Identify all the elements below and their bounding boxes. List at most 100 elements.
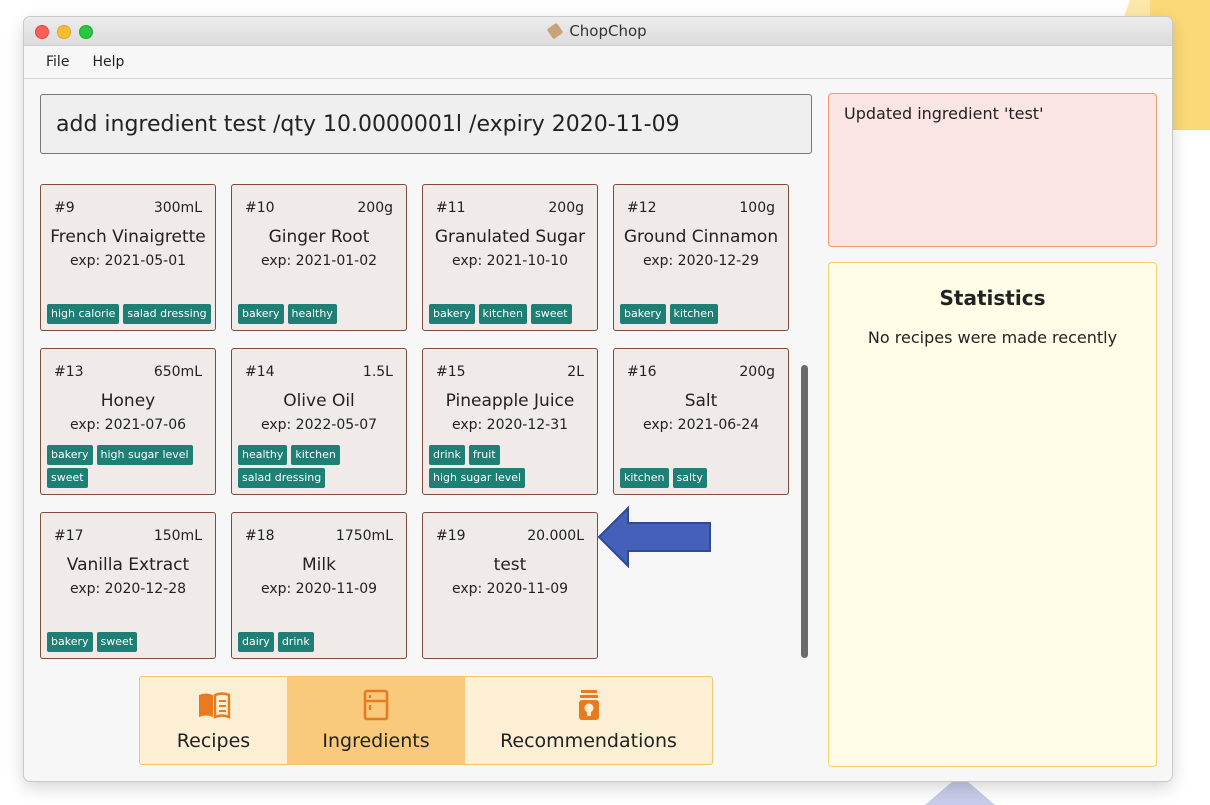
tag-badge: kitchen <box>291 445 340 465</box>
tag-badge: sweet <box>96 632 138 652</box>
ingredient-tags: healthy kitchen salad dressing <box>238 445 402 488</box>
tag-badge: healthy <box>238 445 288 465</box>
book-icon <box>198 692 230 719</box>
result-display: Updated ingredient 'test' <box>828 93 1157 247</box>
ingredient-quantity: 20.000L <box>527 528 584 544</box>
ingredient-index: #19 <box>436 528 466 544</box>
ingredient-tags: bakery sweet <box>47 632 211 652</box>
tab-recommendations-label: Recommendations <box>500 730 677 752</box>
ingredient-name: Honey <box>100 391 156 411</box>
ingredient-tags: bakery kitchen <box>620 304 784 324</box>
tag-badge: salad dressing <box>123 304 211 324</box>
ingredient-tags: bakery kitchen sweet <box>429 304 593 324</box>
ingredient-card[interactable]: #18 1750mL Milk exp: 2020-11-09 dairy drink <box>231 512 407 659</box>
app-window: ChopChop File Help #9 300mL French Vinaigr… <box>24 17 1172 781</box>
ingredient-expiry: exp: 2020-12-29 <box>642 253 760 269</box>
statistics-message: No recipes were made recently <box>867 328 1118 347</box>
ingredient-card[interactable]: #17 150mL Vanilla Extract exp: 2020-12-28 ba… <box>40 512 216 659</box>
menu-file[interactable]: File <box>46 54 69 70</box>
ingredient-card[interactable]: #14 1.5L Olive Oil exp: 2022-05-07 healthy ki… <box>231 348 407 495</box>
tag-badge: bakery <box>47 632 93 652</box>
ingredient-tags: kitchen salty <box>620 468 784 488</box>
ingredient-card[interactable]: #19 20.000L test exp: 2020-11-09 <box>422 512 598 659</box>
ingredient-name: Olive Oil <box>283 391 355 411</box>
ingredient-quantity: 1.5L <box>362 364 393 380</box>
ingredient-card[interactable]: #10 200g Ginger Root exp: 2021-01-02 bakery h… <box>231 184 407 331</box>
ingredient-name: French Vinaigrette <box>50 227 206 247</box>
ingredient-card[interactable]: #12 100g Ground Cinnamon exp: 2020-12-29 bak… <box>613 184 789 331</box>
ingredient-index: #18 <box>245 528 275 544</box>
tag-badge: high calorie <box>47 304 120 324</box>
tag-badge: bakery <box>620 304 666 324</box>
tab-recipes-label: Recipes <box>176 730 251 752</box>
ingredient-card[interactable]: #11 200g Granulated Sugar exp: 2021-10-10 ba… <box>422 184 598 331</box>
ingredient-expiry: exp: 2020-12-31 <box>451 417 569 433</box>
tag-badge: high sugar level <box>96 445 193 465</box>
tag-badge: salad dressing <box>238 468 326 488</box>
ingredient-expiry: exp: 2020-11-09 <box>451 581 569 597</box>
tag-badge: kitchen <box>669 304 719 324</box>
window-title: ChopChop <box>24 22 1172 40</box>
tag-badge: salty <box>672 468 707 488</box>
tag-badge: sweet <box>531 304 572 324</box>
ingredient-tags: high calorie salad dressing <box>47 304 211 324</box>
ingredient-index: #15 <box>436 364 466 380</box>
ingredient-quantity: 150mL <box>153 528 202 544</box>
ingredient-index: #12 <box>627 200 657 216</box>
ingredient-tags: drink fruit high sugar level <box>429 445 593 488</box>
menu-help[interactable]: Help <box>92 54 124 70</box>
tag-badge: healthy <box>287 304 337 324</box>
ingredient-card[interactable]: #9 300mL French Vinaigrette exp: 2021-05-01… <box>40 184 216 331</box>
scrollbar[interactable] <box>801 365 808 658</box>
ingredient-quantity: 100g <box>739 200 775 216</box>
tag-badge: kitchen <box>478 304 528 324</box>
result-message: Updated ingredient 'test' <box>844 104 1044 123</box>
ingredient-index: #10 <box>245 200 275 216</box>
ingredient-name: Vanilla Extract <box>66 555 190 575</box>
chopchop-app-icon <box>546 22 564 40</box>
ingredient-expiry: exp: 2022-05-07 <box>260 417 378 433</box>
tag-badge: kitchen <box>620 468 669 488</box>
ingredient-name: Milk <box>302 555 336 575</box>
ingredient-name: Granulated Sugar <box>434 227 586 247</box>
ingredient-card[interactable]: #16 200g Salt exp: 2021-06-24 kitchen salty <box>613 348 789 495</box>
tab-ingredients[interactable]: Ingredients <box>287 677 465 764</box>
ingredient-quantity: 650mL <box>153 364 202 380</box>
ingredient-index: #17 <box>54 528 84 544</box>
tab-recipes[interactable]: Recipes <box>140 677 287 764</box>
lightbulb-jar-icon <box>578 690 599 720</box>
statistics-title: Statistics <box>939 286 1046 310</box>
tag-badge: sweet <box>47 468 88 488</box>
tag-badge: bakery <box>47 445 93 465</box>
tag-badge: bakery <box>429 304 475 324</box>
tag-badge: fruit <box>468 445 500 465</box>
statistics-panel: Statistics No recipes were made recently <box>828 262 1157 767</box>
tab-ingredients-label: Ingredients <box>322 730 430 752</box>
ingredient-quantity: 300mL <box>153 200 202 216</box>
ingredient-tags: bakery high sugar level sweet <box>47 445 211 488</box>
ingredient-name: Salt <box>684 391 718 411</box>
tab-recommendations[interactable]: Recommendations <box>465 677 712 764</box>
ingredient-expiry: exp: 2020-12-28 <box>69 581 187 597</box>
ingredient-index: #14 <box>245 364 275 380</box>
ingredient-index: #16 <box>627 364 657 380</box>
ingredient-name: Ground Cinnamon <box>623 227 779 247</box>
ingredient-card[interactable]: #15 2L Pineapple Juice exp: 2020-12-31 drink… <box>422 348 598 495</box>
ingredient-expiry: exp: 2021-06-24 <box>642 417 760 433</box>
tag-badge: dairy <box>238 632 274 652</box>
ingredient-card[interactable]: #13 650mL Honey exp: 2021-07-06 bakery high s… <box>40 348 216 495</box>
ingredient-name: Pineapple Juice <box>445 391 575 411</box>
ingredient-tags: bakery healthy <box>238 304 402 324</box>
command-input[interactable] <box>54 110 798 138</box>
ingredient-quantity: 200g <box>739 364 775 380</box>
ingredient-quantity: 2L <box>567 364 584 380</box>
ingredient-quantity: 200g <box>357 200 393 216</box>
fridge-icon <box>363 689 389 721</box>
ingredient-list: #9 300mL French Vinaigrette exp: 2021-05-01… <box>40 184 800 664</box>
ingredient-index: #13 <box>54 364 84 380</box>
ingredient-index: #9 <box>54 200 75 216</box>
ingredient-expiry: exp: 2021-10-10 <box>451 253 569 269</box>
command-box[interactable] <box>40 94 812 154</box>
ingredient-expiry: exp: 2020-11-09 <box>260 581 378 597</box>
ingredient-quantity: 200g <box>548 200 584 216</box>
